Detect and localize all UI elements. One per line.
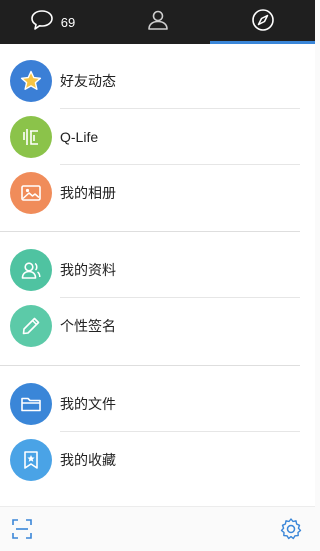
menu-item-label: 我的资料 [60,261,116,278]
group-divider [0,365,300,366]
unread-count: 69 [60,14,76,30]
scan-icon[interactable] [10,517,34,541]
menu-item-q-life[interactable]: Q-Life [0,109,315,164]
group-divider [0,231,300,232]
menu-item-my-album[interactable]: 我的相册 [0,165,315,220]
pencil-icon [10,304,52,347]
menu-item-my-profile[interactable]: 我的资料 [0,242,315,297]
menu-item-label: 好友动态 [60,72,116,89]
bottom-toolbar [0,506,315,551]
top-tab-bar: 69 [0,0,315,44]
folder-icon [10,382,52,425]
star-icon [10,59,52,102]
photo-icon [10,171,52,214]
menu-item-label: 我的相册 [60,184,116,201]
menu-item-label: Q-Life [60,128,99,145]
tab-explore[interactable] [210,0,315,44]
menu-item-favorites[interactable]: 我的收藏 [0,432,315,487]
menu-list: 好友动态 Q-Life 我的相册 我的资料 个性签名 我的文件 我的收藏 [0,44,315,506]
menu-item-my-files[interactable]: 我的文件 [0,376,315,431]
profile-icon [10,248,52,291]
compass-icon [251,8,275,37]
person-icon [146,8,170,37]
chat-bubble-icon [30,9,54,36]
settings-gear-icon[interactable] [279,517,303,541]
menu-item-label: 我的文件 [60,395,116,412]
menu-item-label: 个性签名 [60,317,116,334]
bookmark-star-icon [10,438,52,481]
q-life-icon [10,115,52,158]
tab-contacts[interactable] [105,0,210,44]
menu-item-label: 我的收藏 [60,451,116,468]
menu-item-signature[interactable]: 个性签名 [0,298,315,353]
tab-messages[interactable]: 69 [0,0,105,44]
menu-item-friend-feed[interactable]: 好友动态 [0,53,315,108]
